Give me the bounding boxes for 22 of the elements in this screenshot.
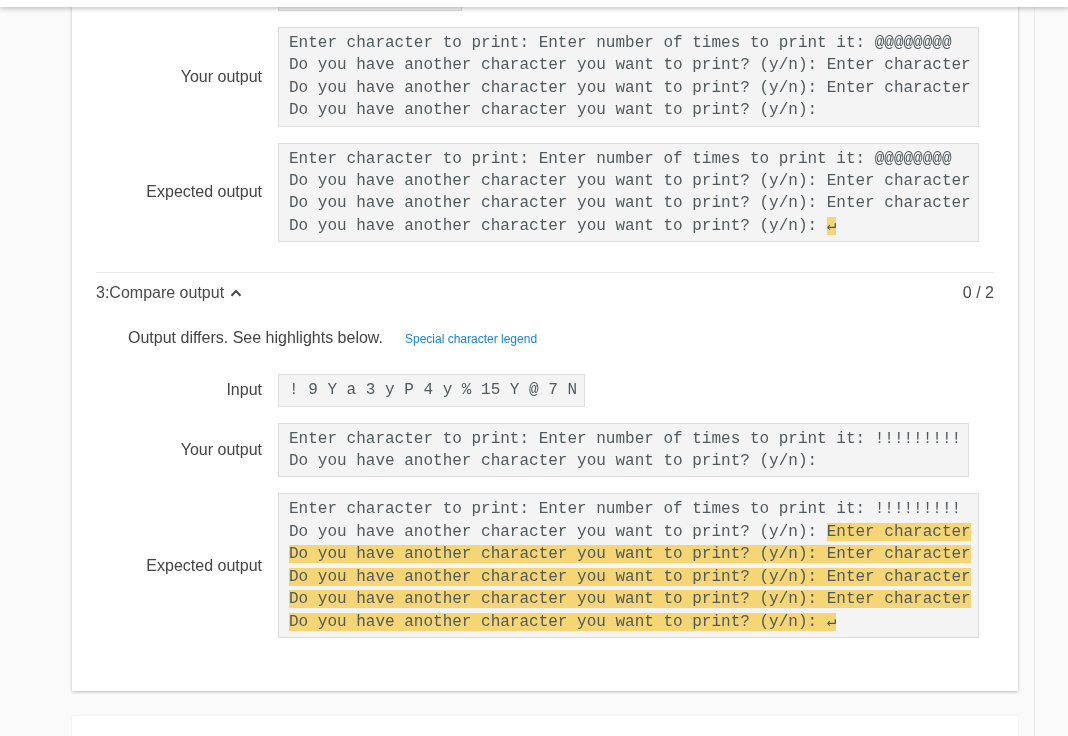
row-label: Your output [179,66,262,87]
output-line: Do you have another character you want to print? (y/n): [289,451,819,473]
row-label: Expected output [145,182,262,203]
output-line: Enter character to print: Enter number of times to print it: !!!!!!!!! [289,499,963,521]
output-line: Do you have another character you want to print? (y/n): ↵ [289,215,838,237]
output-line: Enter character to print: Enter number of times to print it: !!!!!!!!! [289,428,962,450]
output-line: Do you have another character you want to print? (y/n): Enter character [289,193,971,215]
output-line: Do you have another character you want to print? (y/n): Enter character [289,77,971,99]
score-text: 0 / 2 [962,283,994,304]
output-line: Do you have another character you want to print? (y/n): Enter character [289,55,971,77]
output-line: Enter character to print: Enter number of times to print it: @@@@@@@@ [289,33,953,54]
output-line: Do you have another character you want to print? (y/n): [289,100,819,122]
output-line: Enter character to print: Enter number of times to print it: @@@@@@@@ [289,148,953,170]
status-message: Output differs. See highlights below. [128,328,383,349]
row-label: Expected output [145,555,262,576]
legend-link[interactable]: Special character legend [405,332,538,347]
test-title-toggle[interactable]: 3:Compare output [96,281,243,306]
row-label: Your output [179,440,262,461]
output-line: Do you have another character you want to print? (y/n): Enter character [289,171,971,193]
output-line: Do you have another character you want to print? (y/n): Enter character [289,521,971,543]
row-label: Input [225,380,262,401]
input-text: ! 9 Y a 3 y P 4 y % 15 Y @ 7 N [289,380,578,402]
